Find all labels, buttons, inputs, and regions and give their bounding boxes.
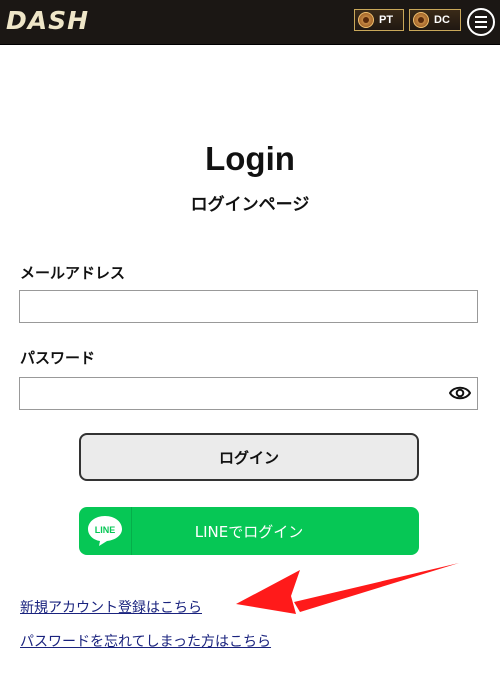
line-login-button[interactable]: LINE LINEでログイン xyxy=(79,507,419,555)
eye-icon[interactable] xyxy=(449,384,471,402)
top-header: DASH PT DC xyxy=(0,0,500,45)
pt-balance-chip[interactable]: PT xyxy=(354,9,404,31)
dc-label: DC xyxy=(434,14,450,26)
annotation-arrow xyxy=(236,563,459,614)
forgot-password-link[interactable]: パスワードを忘れてしまった方はこちら xyxy=(20,631,271,651)
email-field[interactable] xyxy=(19,290,478,323)
password-label: パスワード xyxy=(20,349,96,367)
hamburger-menu-button[interactable] xyxy=(467,8,495,36)
dc-coin-icon xyxy=(413,12,429,28)
password-field[interactable] xyxy=(19,377,478,410)
hamburger-icon xyxy=(475,16,487,18)
pt-coin-icon xyxy=(358,12,374,28)
register-link[interactable]: 新規アカウント登録はこちら xyxy=(20,597,202,617)
page-title: Login xyxy=(205,140,295,177)
line-logo-icon: LINE xyxy=(79,507,132,555)
dash-logo[interactable]: DASH xyxy=(6,6,89,36)
page-subtitle: ログインページ xyxy=(190,195,310,215)
login-button[interactable]: ログイン xyxy=(79,433,419,481)
email-label: メールアドレス xyxy=(20,264,126,282)
line-login-label: LINEでログイン xyxy=(194,522,304,541)
dc-balance-chip[interactable]: DC xyxy=(409,9,461,31)
pt-label: PT xyxy=(379,14,394,26)
line-icon-text: LINE xyxy=(95,525,116,535)
